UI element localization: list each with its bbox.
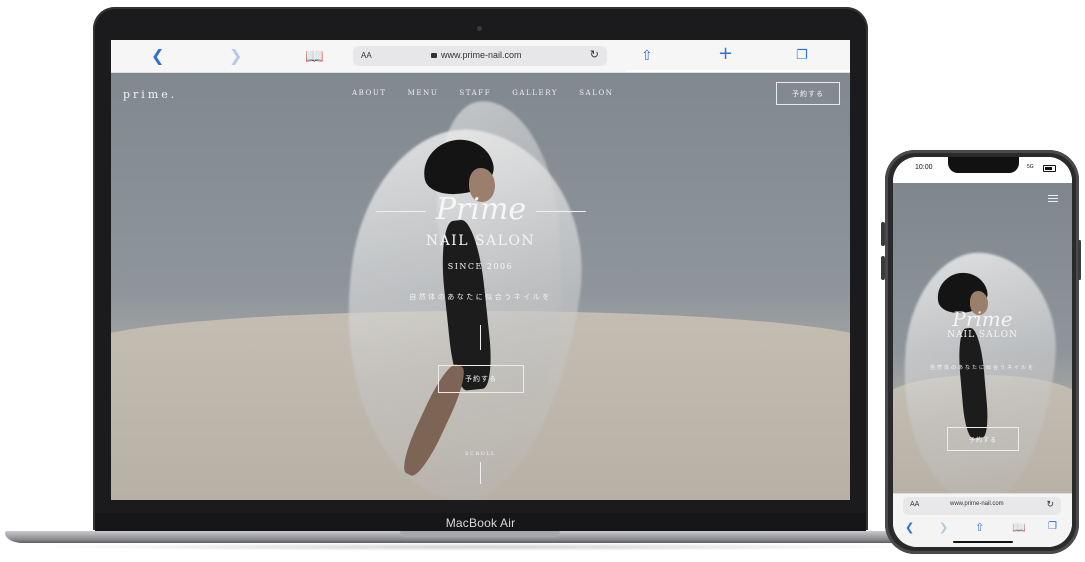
nav-salon[interactable]: SALON xyxy=(579,89,613,97)
phone-hero: Prime NAIL SALON 自然体のあなたに似合うネイルを 予約する xyxy=(893,183,1072,493)
nav-gallery[interactable]: GALLERY xyxy=(512,89,558,97)
site-nav: ABOUT MENU STAFF GALLERY SALON xyxy=(352,89,614,97)
address-bar[interactable]: AA www.prime-nail.com ↻ xyxy=(353,46,607,66)
scroll-line xyxy=(480,462,481,484)
laptop-bottom-bezel: MacBook Air xyxy=(95,513,866,533)
hero-tagline: 自然体のあなたに似合うネイルを xyxy=(409,293,552,301)
phone-reader-aa-button[interactable]: AA xyxy=(910,501,919,508)
laptop-screen: ❮ ❯ 📖 AA www.prime-nail.com ↻ ⇧ + ❐ prim… xyxy=(111,40,850,500)
browser-toolbar: ❮ ❯ 📖 AA www.prime-nail.com ↻ ⇧ + ❐ xyxy=(111,40,850,73)
back-icon[interactable]: ❮ xyxy=(151,48,164,64)
reader-aa-button[interactable]: AA xyxy=(361,51,372,60)
laptop-shadow xyxy=(30,543,930,551)
hero-script-logo: Prime xyxy=(435,192,527,227)
phone-status-bar: 10:00 5G xyxy=(893,157,1072,183)
laptop-opening-notch xyxy=(400,531,560,537)
hero-since: SINCE 2006 xyxy=(447,262,514,271)
bookmarks-icon[interactable]: 📖 xyxy=(305,48,324,64)
scroll-label[interactable]: SCROLL xyxy=(111,451,850,457)
status-time: 10:00 xyxy=(915,164,933,171)
signal-icon: 5G xyxy=(1027,164,1034,170)
hero-reserve-button[interactable]: 予約する xyxy=(438,365,524,393)
tab-indicator xyxy=(626,70,850,72)
battery-icon xyxy=(1043,165,1056,172)
phone-notch xyxy=(948,157,1019,173)
nav-about[interactable]: ABOUT xyxy=(352,89,387,97)
phone-back-icon[interactable]: ❮ xyxy=(905,521,914,534)
phone-side-button xyxy=(881,222,885,246)
lock-icon xyxy=(431,53,437,58)
phone-url-text: www.prime-nail.com xyxy=(950,501,1004,507)
phone-bookmarks-icon[interactable]: 📖 xyxy=(1012,521,1026,534)
nav-reserve-button[interactable]: 予約する xyxy=(776,82,840,105)
phone-hero-title: NAIL SALON xyxy=(947,330,1018,340)
home-indicator xyxy=(953,541,1013,543)
phone-screen: 10:00 5G Prime NAIL SALON 自然体のあなたに似合うネイル… xyxy=(893,157,1072,547)
phone-hero-tagline: 自然体のあなたに似合うネイルを xyxy=(929,365,1035,371)
phone-tabs-icon[interactable]: ❐ xyxy=(1048,521,1057,532)
phone-forward-icon[interactable]: ❯ xyxy=(939,521,948,534)
phone-hero-script: Prime xyxy=(952,307,1013,331)
phone-hero-reserve-button[interactable]: 予約する xyxy=(947,427,1019,451)
device-label: MacBook Air xyxy=(445,516,516,530)
reload-icon[interactable]: ↻ xyxy=(590,48,599,61)
site-logo[interactable]: prime. xyxy=(123,88,177,101)
nav-staff[interactable]: STAFF xyxy=(459,89,491,97)
forward-icon[interactable]: ❯ xyxy=(229,48,242,64)
phone-power-button xyxy=(1078,240,1081,280)
phone-reload-icon[interactable]: ↻ xyxy=(1046,499,1054,510)
hero-divider xyxy=(480,325,481,350)
phone-address-bar[interactable]: AA www.prime-nail.com ↻ xyxy=(903,497,1061,515)
phone-side-button-2 xyxy=(881,256,885,280)
share-icon[interactable]: ⇧ xyxy=(641,48,653,64)
url-text: www.prime-nail.com xyxy=(441,50,522,60)
nav-menu[interactable]: MENU xyxy=(408,89,439,97)
new-tab-icon[interactable]: + xyxy=(718,45,733,63)
tabs-icon[interactable]: ❐ xyxy=(796,48,808,64)
hamburger-menu-icon[interactable] xyxy=(1048,195,1058,204)
camera-icon xyxy=(477,26,482,31)
phone-browser-bar: AA www.prime-nail.com ↻ ❮ ❯ ⇧ 📖 ❐ xyxy=(893,493,1072,547)
phone-share-icon[interactable]: ⇧ xyxy=(975,521,984,534)
hero-title: NAIL SALON xyxy=(425,233,536,249)
